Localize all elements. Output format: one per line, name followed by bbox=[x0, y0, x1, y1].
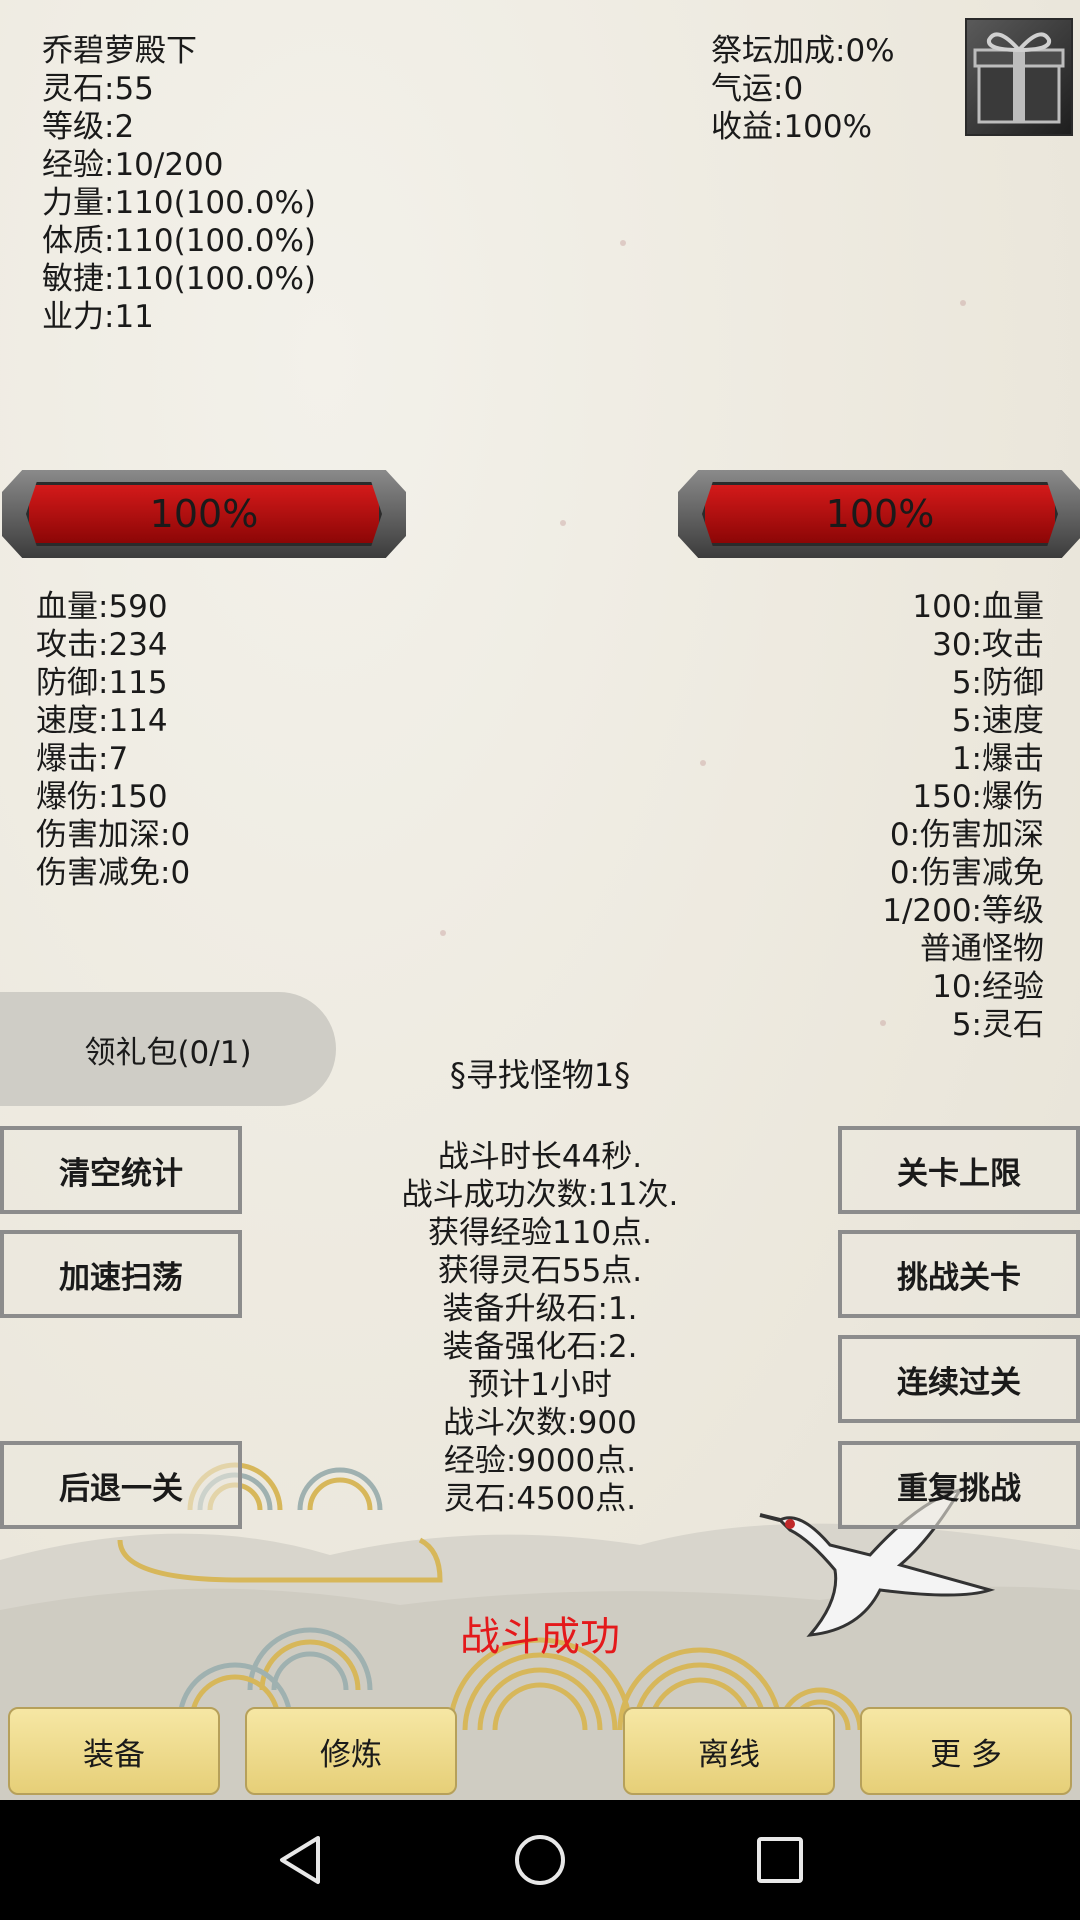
enemy-stat: 100:血量 bbox=[912, 589, 1044, 625]
enemy-stat: 1/200:等级 bbox=[882, 893, 1044, 929]
enemy-stat: 30:攻击 bbox=[932, 627, 1044, 663]
gift-box-icon[interactable] bbox=[965, 18, 1073, 136]
paper-speck bbox=[620, 240, 626, 246]
player-karma: 业力:11 bbox=[42, 299, 154, 335]
paper-speck bbox=[560, 520, 566, 526]
player-stat: 血量:590 bbox=[36, 589, 168, 625]
tab-cultivation[interactable]: 修炼 bbox=[245, 1707, 457, 1795]
enemy-stat: 0:伤害减免 bbox=[889, 855, 1044, 891]
battle-victory-text: 战斗成功 bbox=[460, 1614, 620, 1660]
player-stat: 爆击:7 bbox=[36, 741, 129, 777]
back-one-stage-button[interactable]: 后退一关 bbox=[0, 1441, 242, 1529]
player-physique: 体质:110(100.0%) bbox=[42, 223, 317, 259]
enemy-combat-stats: 100:血量 30:攻击 5:防御 5:速度 1:爆击 150:爆伤 0:伤害加… bbox=[882, 588, 1044, 1044]
player-hp-label: 100% bbox=[149, 492, 259, 536]
player-level: 等级:2 bbox=[42, 109, 135, 145]
enemy-stat: 1:爆击 bbox=[951, 741, 1044, 777]
player-combat-stats: 血量:590 攻击:234 防御:115 速度:114 爆击:7 爆伤:150 … bbox=[36, 588, 190, 892]
enemy-stat: 5:防御 bbox=[951, 665, 1044, 701]
paper-speck bbox=[960, 300, 966, 306]
player-name: 乔碧萝殿下 bbox=[42, 33, 197, 69]
system-navigation-bar bbox=[0, 1800, 1080, 1920]
player-stat: 爆伤:150 bbox=[36, 779, 168, 815]
tab-more[interactable]: 更 多 bbox=[860, 1707, 1072, 1795]
player-exp: 经验:10/200 bbox=[42, 147, 224, 183]
luck-value: 气运:0 bbox=[711, 71, 804, 107]
player-stat: 攻击:234 bbox=[36, 627, 168, 663]
player-hp-bar: 100% bbox=[2, 470, 406, 558]
spirit-stone-count: 灵石:55 bbox=[42, 71, 154, 107]
enemy-hp-fill: 100% bbox=[702, 482, 1058, 546]
game-screen: 乔碧萝殿下 灵石:55 等级:2 经验:10/200 力量:110(100.0%… bbox=[0, 0, 1080, 1800]
enemy-stat: 5:灵石 bbox=[951, 1007, 1044, 1043]
enemy-stat: 5:速度 bbox=[951, 703, 1044, 739]
stage-limit-button[interactable]: 关卡上限 bbox=[838, 1126, 1080, 1214]
player-stat: 伤害加深:0 bbox=[36, 817, 191, 853]
player-hp-fill: 100% bbox=[26, 482, 382, 546]
enemy-stat: 0:伤害加深 bbox=[889, 817, 1044, 853]
search-monster-title: §寻找怪物1§ bbox=[449, 1056, 631, 1094]
recents-icon[interactable] bbox=[750, 1830, 810, 1890]
player-summary: 乔碧萝殿下 灵石:55 等级:2 经验:10/200 力量:110(100.0%… bbox=[42, 32, 316, 336]
tab-offline[interactable]: 离线 bbox=[623, 1707, 835, 1795]
clear-stats-button[interactable]: 清空统计 bbox=[0, 1126, 242, 1214]
player-stat: 速度:114 bbox=[36, 703, 168, 739]
bonus-summary: 祭坛加成:0% 气运:0 收益:100% bbox=[711, 32, 895, 146]
player-strength: 力量:110(100.0%) bbox=[42, 185, 317, 221]
continuous-clear-button[interactable]: 连续过关 bbox=[838, 1335, 1080, 1423]
tab-equipment[interactable]: 装备 bbox=[8, 1707, 220, 1795]
back-icon[interactable] bbox=[270, 1830, 330, 1890]
paper-speck bbox=[700, 760, 706, 766]
enemy-hp-label: 100% bbox=[825, 492, 935, 536]
speed-sweep-button[interactable]: 加速扫荡 bbox=[0, 1230, 242, 1318]
paper-speck bbox=[440, 930, 446, 936]
player-agility: 敏捷:110(100.0%) bbox=[42, 261, 317, 297]
home-icon[interactable] bbox=[510, 1830, 570, 1890]
player-stat: 伤害减免:0 bbox=[36, 855, 191, 891]
enemy-stat: 10:经验 bbox=[932, 969, 1044, 1005]
repeat-challenge-button[interactable]: 重复挑战 bbox=[838, 1441, 1080, 1529]
challenge-stage-button[interactable]: 挑战关卡 bbox=[838, 1230, 1080, 1318]
altar-bonus: 祭坛加成:0% bbox=[711, 33, 895, 69]
enemy-stat: 150:爆伤 bbox=[912, 779, 1044, 815]
enemy-stat: 普通怪物 bbox=[920, 931, 1044, 967]
player-stat: 防御:115 bbox=[36, 665, 168, 701]
enemy-hp-bar: 100% bbox=[678, 470, 1080, 558]
income-rate: 收益:100% bbox=[711, 109, 873, 145]
